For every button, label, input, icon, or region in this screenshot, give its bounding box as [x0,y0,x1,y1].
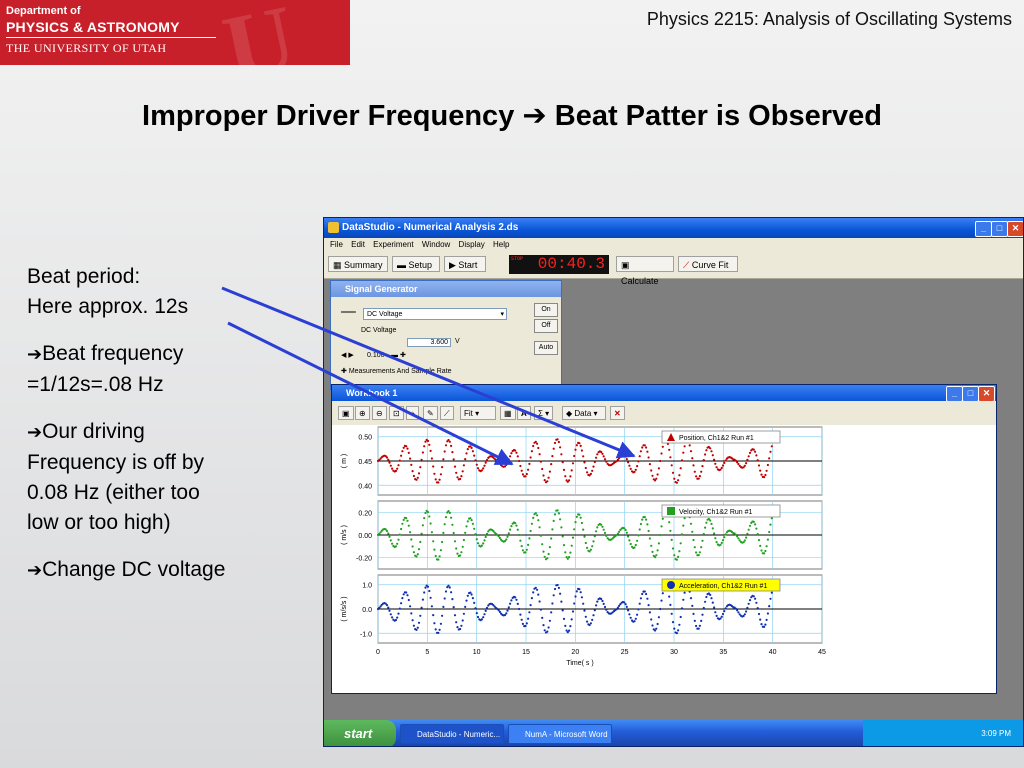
arrow-to-second-beat [221,286,636,459]
annotation-arrows [221,286,636,466]
arrow-to-first-beat [227,321,514,466]
